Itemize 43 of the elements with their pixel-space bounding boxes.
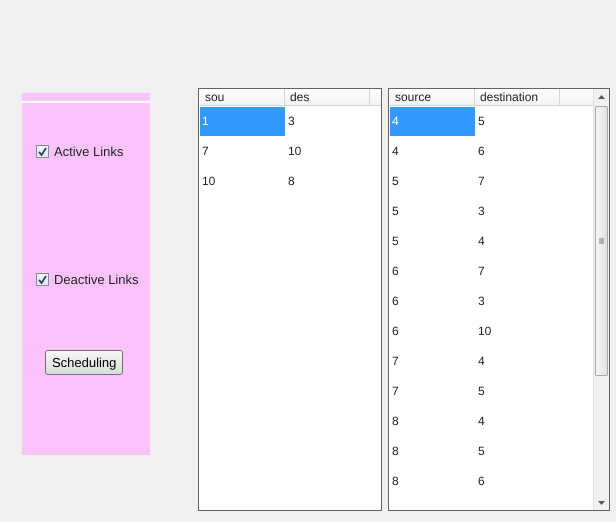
table-cell[interactable]: 8	[390, 436, 475, 466]
table-cell[interactable]: 4	[390, 136, 475, 166]
table-cell[interactable]: 7	[390, 376, 475, 406]
scrollbar[interactable]	[593, 89, 609, 510]
checkbox-label[interactable]: Deactive Links	[54, 272, 139, 287]
table-cell[interactable]: 10	[476, 316, 561, 346]
column-header[interactable]: source	[390, 89, 475, 105]
table-cell[interactable]: 5	[390, 226, 475, 256]
table-cell[interactable]: 3	[476, 196, 561, 226]
checkbox-label[interactable]: Active Links	[54, 144, 124, 159]
table-cell[interactable]: 8	[390, 406, 475, 436]
table-cell[interactable]: 4	[476, 226, 561, 256]
table-cell[interactable]: 7	[390, 346, 475, 376]
table-cell[interactable]: 5	[390, 166, 475, 196]
table-cell[interactable]: 5	[476, 436, 561, 466]
column-header[interactable]: des	[285, 89, 370, 105]
column-header[interactable]: destination	[475, 89, 560, 105]
table-cell[interactable]: 7	[200, 136, 285, 166]
table-cell[interactable]: 5	[476, 106, 561, 136]
table-cell[interactable]: 4	[476, 406, 561, 436]
checkbox[interactable]	[36, 273, 49, 286]
column-header[interactable]: sou	[200, 89, 285, 105]
table-cell[interactable]: 6	[476, 136, 561, 166]
table-cell[interactable]: 10	[200, 166, 285, 196]
table-cell[interactable]: 6	[390, 316, 475, 346]
table-cell[interactable]: 10	[286, 136, 371, 166]
table-cell[interactable]: 6	[476, 466, 561, 496]
grip-icon	[599, 238, 604, 244]
table-cell[interactable]: 4	[476, 346, 561, 376]
table-cell[interactable]: 3	[476, 286, 561, 316]
table-cell[interactable]: 6	[390, 286, 475, 316]
up-arrow-icon[interactable]	[598, 94, 605, 98]
checkbox[interactable]	[36, 145, 49, 158]
table-cell[interactable]: 8	[390, 466, 475, 496]
table-cell[interactable]: 7	[476, 166, 561, 196]
table-cell[interactable]: 5	[476, 376, 561, 406]
table-cell[interactable]: 7	[476, 256, 561, 286]
table-cell[interactable]: 5	[390, 196, 475, 226]
down-arrow-icon[interactable]	[598, 500, 605, 504]
table-cell[interactable]: 8	[286, 166, 371, 196]
table-cell[interactable]: 3	[286, 106, 371, 136]
table-cell[interactable]: 6	[390, 256, 475, 286]
scheduling-button[interactable]: Scheduling	[45, 350, 123, 375]
